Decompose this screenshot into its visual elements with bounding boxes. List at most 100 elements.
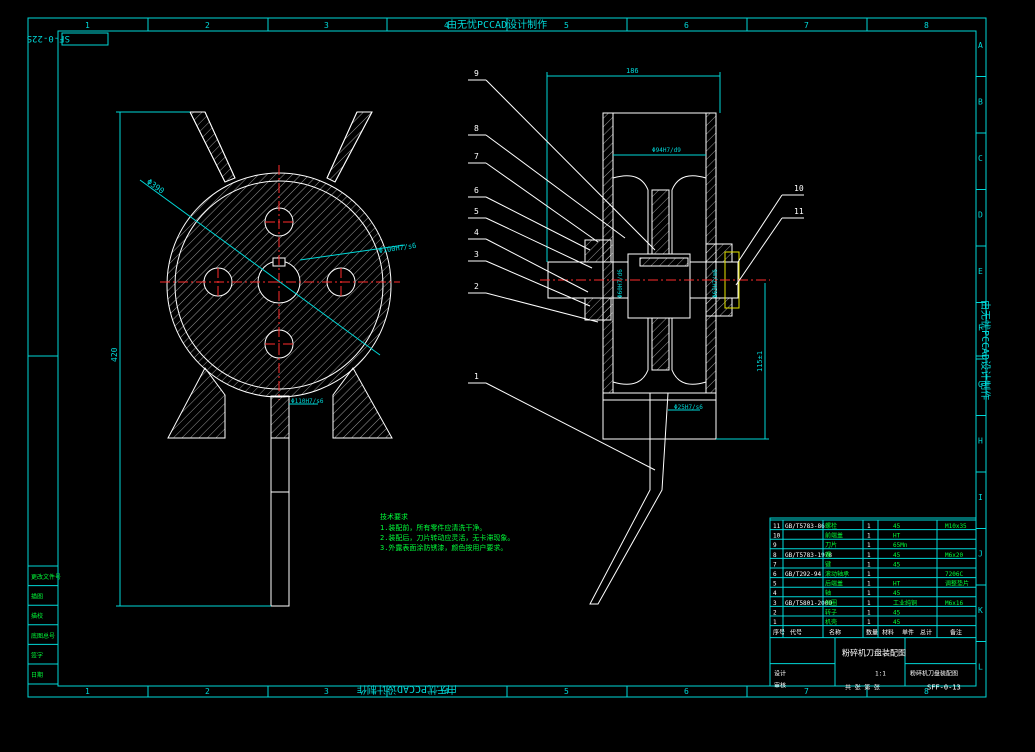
frame-row-letter: K [978,606,983,615]
parts-cell-code: GB/T292-94 [785,571,822,578]
frame-row-letter: E [978,267,983,276]
balloon-number: 4 [474,228,479,237]
parts-header-cell: 名称 [829,629,841,637]
parts-cell-no: 11 [773,523,781,530]
dim-left-bore: Φ60H7/d6 [617,269,624,298]
parts-cell-mat: 45 [893,590,901,597]
parts-cell-name: 挡圈 [825,599,837,607]
dim-height: 420 [110,347,119,362]
right-bearing-top [705,243,733,263]
parts-cell-qty: 1 [867,590,871,597]
parts-cell-no: 4 [773,590,777,597]
dim-bottom-right: Φ25H7/s6 [674,404,703,411]
frame-row-letter: C [978,154,983,163]
parts-cell-name: 后端盖 [825,580,843,588]
balloon-number: 8 [474,124,479,133]
parts-cell-name: 键 [825,560,831,568]
parts-cell-name: 滚动轴承 [825,570,849,578]
sheet-label: 共 张 第 张 [845,684,880,692]
parts-cell-mat: 65Mn [893,542,908,549]
dim-inner: Φ94H7/d9 [652,147,681,154]
top-banner: 由无忧PCCAD设计制作 [447,18,547,31]
parts-cell-name: 前端盖 [825,532,843,540]
dim-top: 186 [626,67,639,75]
frame-row-letter: A [978,41,983,50]
parts-cell-note: M6x16 [945,600,963,607]
parts-cell-mat: 45 [893,561,901,568]
parts-cell-mat: 45 [893,552,901,559]
notes-title: 技术要求 [380,512,408,521]
balloon-number: 9 [474,69,479,78]
parts-cell-note: M10x35 [945,523,967,530]
parts-cell-note: M6x20 [945,552,963,559]
revision-row-label: 底图总号 [31,632,55,640]
frame-row-letter: D [978,211,983,220]
balloon-number: 10 [794,184,804,193]
parts-cell-no: 9 [773,542,777,549]
frame-col-number-top: 3 [324,21,329,30]
parts-header-cell: 单件 [902,629,914,637]
parts-cell-qty: 1 [867,581,871,588]
parts-cell-no: 10 [773,533,781,540]
frame-row-letter: B [978,98,983,107]
frame-row-letter: H [978,437,983,446]
parts-cell-mat: 45 [893,609,901,616]
left-bearing-top [584,239,612,263]
balloon-number: 2 [474,282,479,291]
parts-header-cell: 总计 [920,629,932,637]
dim-side: 115±1 [756,351,764,372]
parts-cell-qty: 1 [867,561,871,568]
parts-cell-name: 刀片 [825,541,837,549]
balloon-number: 7 [474,152,479,161]
parts-header-cell: 序号 [773,629,785,637]
drawing-no-box-label: SF-0-22S [27,33,70,43]
parts-cell-qty: 1 [867,571,871,578]
parts-cell-no: 5 [773,581,777,588]
checker-label: 审核 [774,682,786,690]
frame-col-number-top: 6 [684,21,689,30]
parts-cell-no: 1 [773,619,777,626]
frame-col-number-bottom: 3 [324,687,329,696]
balloon-number: 1 [474,372,479,381]
shaft-key [639,257,689,267]
right-bearing-bottom [705,297,733,317]
frame-col-number-bottom: 1 [85,687,90,696]
revision-row-label: 日期 [31,671,43,679]
frame-col-number-top: 8 [924,21,929,30]
parts-header-cell: 数量 [866,629,878,637]
parts-cell-mat: 45 [893,523,901,530]
notes-line: 2.装配后，刀片转动应灵活，无卡滞现象。 [380,533,514,542]
frame-col-number-top: 5 [564,21,569,30]
parts-cell-no: 8 [773,552,777,559]
designer-label: 设计 [774,670,786,678]
frame-row-letter: L [978,663,983,672]
parts-cell-name: 轴 [825,589,831,597]
side-banner: 由无忧PCCAD设计制作 [979,300,992,400]
drawing-sheet: 1122334455667788ABCDEFGHIJKL 由无忧PCCAD设计制… [0,0,1035,752]
parts-cell-name: 螺栓 [825,522,837,530]
parts-cell-code: GB/T5783-86 [785,523,825,530]
balloon-number: 6 [474,186,479,195]
frame-col-number-top: 2 [205,21,210,30]
balloon-number: 11 [794,207,804,216]
notes-line: 1.装配前，所有零件应清洗干净。 [380,523,486,532]
parts-cell-no: 2 [773,609,777,616]
parts-header-cell: 备注 [950,629,962,637]
parts-cell-qty: 1 [867,533,871,540]
revision-row-label: 描校 [31,612,43,620]
revision-row-label: 签字 [31,651,43,659]
revision-row-label: 更改文件号 [31,573,61,581]
parts-cell-name: 机壳 [825,618,837,626]
frame-col-number-bottom: 2 [205,687,210,696]
notes-line: 3.外露表面涂防锈漆，颜色按用户要求。 [380,543,507,552]
parts-cell-note: 7206C [945,571,963,578]
drawing-title: 粉碎机刀盘装配图 [842,648,906,658]
frame-col-number-bottom: 6 [684,687,689,696]
frame-col-number-top: 1 [85,21,90,30]
parts-cell-qty: 1 [867,523,871,530]
parts-cell-note: 调整垫片 [945,580,969,588]
frame-col-number-top: 7 [804,21,809,30]
parts-cell-mat: HT [893,533,901,540]
parts-cell-mat: 45 [893,619,901,626]
balloon-number: 3 [474,250,479,259]
